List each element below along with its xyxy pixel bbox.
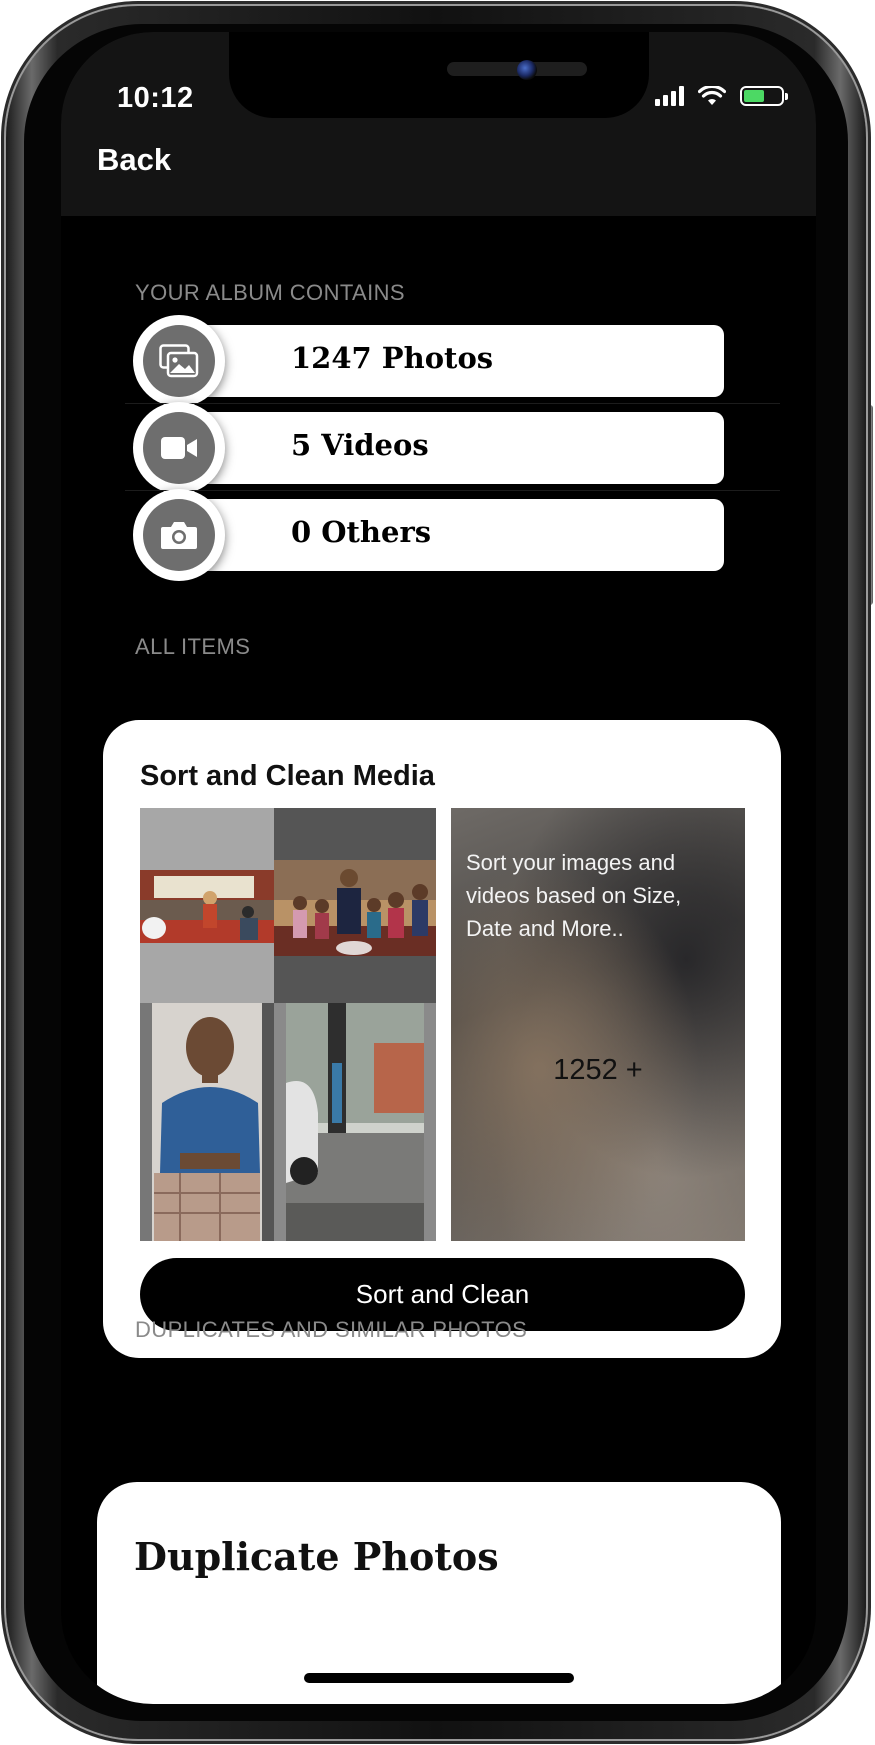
photos-icon [159, 344, 199, 378]
app-screen: 10:12 Back YOUR ALBUM CONTAINS 1247 Phot… [61, 32, 816, 1704]
sort-promo-tile[interactable]: Sort your images and videos based on Siz… [451, 808, 745, 1241]
section-label-all-items: ALL ITEMS [135, 634, 251, 659]
others-count: 0 Others [291, 515, 432, 549]
sort-clean-card: Sort and Clean Media Sort your images an… [103, 720, 781, 1358]
media-count: 1252 + [553, 1054, 643, 1086]
duplicate-photos-card[interactable]: Duplicate Photos [97, 1482, 781, 1704]
media-thumbnail-grid[interactable] [140, 808, 436, 1241]
photos-badge [133, 315, 225, 407]
notch [229, 32, 649, 118]
videos-count: 5 Videos [291, 428, 429, 462]
album-row-videos[interactable]: 5 Videos [133, 402, 724, 494]
status-time: 10:12 [117, 82, 194, 114]
others-badge [133, 489, 225, 581]
device-mockup: 10:12 Back YOUR ALBUM CONTAINS 1247 Phot… [0, 0, 875, 1745]
duplicate-photos-title: Duplicate Photos [134, 1534, 499, 1579]
video-camera-icon [161, 437, 197, 459]
photos-count: 1247 Photos [291, 341, 494, 375]
status-icons [655, 86, 788, 106]
front-camera [517, 60, 537, 80]
promo-description: Sort your images and videos based on Siz… [466, 850, 682, 941]
row-divider [125, 490, 780, 491]
album-row-others[interactable]: 0 Others [133, 489, 724, 581]
section-label-album: YOUR ALBUM CONTAINS [135, 280, 406, 305]
back-button[interactable]: Back [97, 142, 171, 178]
home-indicator[interactable] [304, 1673, 574, 1683]
battery-icon [740, 86, 788, 106]
camera-icon [161, 522, 197, 549]
videos-badge [133, 402, 225, 494]
power-button [865, 405, 873, 605]
thumbnail-group [274, 808, 436, 1003]
card-title: Sort and Clean Media [140, 760, 435, 792]
section-label-duplicates: DUPLICATES AND SIMILAR PHOTOS [135, 1317, 528, 1342]
navigation-bar: 10:12 Back [61, 32, 816, 216]
thumbnail-porch [274, 1003, 436, 1241]
album-row-photos[interactable]: 1247 Photos [133, 315, 724, 407]
thumbnail-portrait [140, 1003, 274, 1241]
row-divider [125, 403, 780, 404]
signal-icon [655, 86, 684, 106]
wifi-icon [698, 86, 726, 105]
thumbnail-event [140, 808, 274, 1003]
